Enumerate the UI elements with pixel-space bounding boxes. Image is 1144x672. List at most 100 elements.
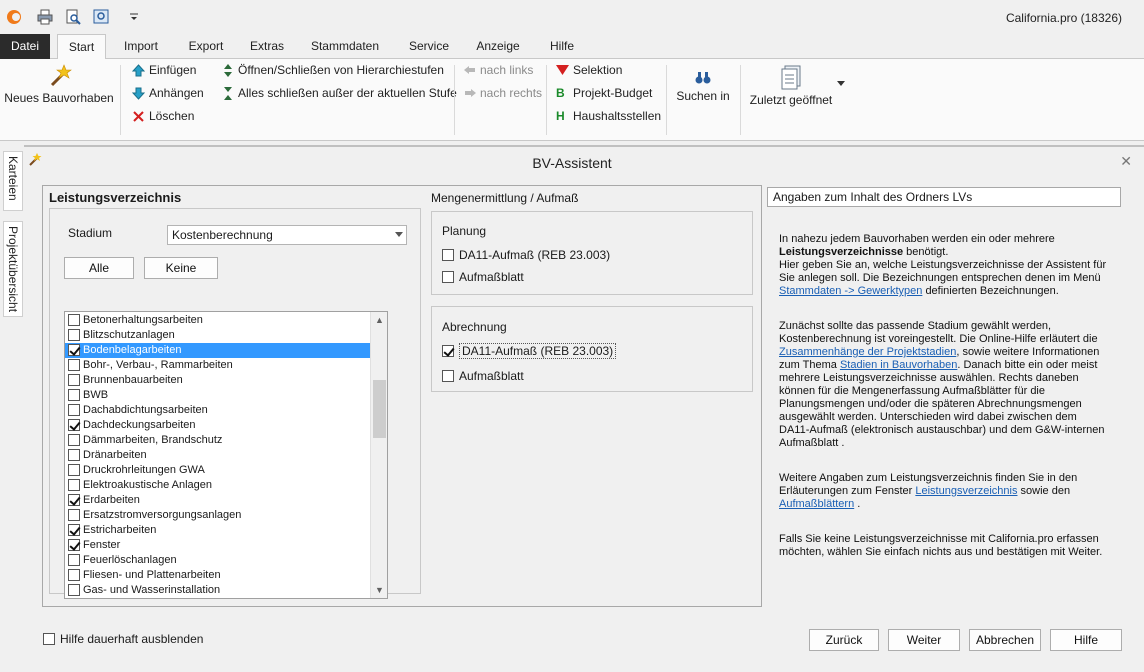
list-item-label: Gas- und Wasserinstallation [83, 584, 221, 596]
tab-start[interactable]: Start [57, 34, 106, 60]
list-item[interactable]: Elektroakustische Anlagen [65, 478, 371, 493]
list-item[interactable]: Bodenbelagarbeiten [65, 343, 371, 358]
dropdown-arrow-icon[interactable] [837, 81, 845, 86]
search-in-button[interactable]: Suchen in [675, 71, 731, 103]
checkbox-box[interactable] [68, 449, 80, 461]
help-link-gewerktypen[interactable]: Stammdaten -> Gewerktypen [779, 285, 922, 297]
checkbox-box[interactable] [442, 345, 454, 357]
close-all-except-button[interactable]: Alles schließen außer der aktuellen Stuf… [222, 86, 457, 100]
tab-extras[interactable]: Extras [244, 34, 290, 59]
checkbox-box[interactable] [68, 329, 80, 341]
checkbox-box[interactable] [68, 464, 80, 476]
list-item[interactable]: Fliesen- und Plattenarbeiten [65, 568, 371, 583]
scrollbar-thumb[interactable] [373, 380, 386, 438]
checkbox-box[interactable] [43, 633, 55, 645]
scroll-up-icon[interactable]: ▲ [375, 315, 384, 325]
checkbox-box[interactable] [68, 419, 80, 431]
checkbox-box[interactable] [68, 479, 80, 491]
checkbox-box[interactable] [68, 344, 80, 356]
tab-service[interactable]: Service [400, 34, 458, 59]
planning-da11-checkbox[interactable]: DA11-Aufmaß (REB 23.003) [442, 248, 610, 262]
hide-help-checkbox[interactable]: Hilfe dauerhaft ausblenden [43, 632, 203, 646]
checkbox-box[interactable] [68, 494, 80, 506]
recently-opened-button[interactable]: Zuletzt geöffnet [748, 65, 834, 107]
list-item[interactable]: Dachdeckungsarbeiten [65, 418, 371, 433]
customize-toolbar-icon[interactable] [129, 12, 145, 28]
billing-da11-checkbox[interactable]: DA11-Aufmaß (REB 23.003) [442, 343, 617, 359]
help-button[interactable]: Hilfe [1050, 629, 1122, 651]
quantity-title: Mengenermittlung / Aufmaß [431, 191, 579, 205]
side-tab-project-overview[interactable]: Projektübersicht [3, 221, 23, 317]
list-item[interactable]: BWB [65, 388, 371, 403]
list-item[interactable]: Druckrohrleitungen GWA [65, 463, 371, 478]
cancel-button[interactable]: Abbrechen [969, 629, 1041, 651]
list-item[interactable]: Dränarbeiten [65, 448, 371, 463]
checkbox-box[interactable] [68, 404, 80, 416]
checkbox-box[interactable] [442, 370, 454, 382]
checkbox-box[interactable] [68, 554, 80, 566]
checkbox-box[interactable] [442, 249, 454, 261]
list-item[interactable]: Gas- und Wasserinstallation [65, 583, 371, 598]
print-icon[interactable] [37, 9, 53, 25]
help-link-measurement-sheets[interactable]: Aufmaßblättern [779, 498, 854, 510]
planning-sheet-checkbox[interactable]: Aufmaßblatt [442, 270, 524, 284]
checkbox-box[interactable] [68, 524, 80, 536]
selection-button[interactable]: Selektion [556, 63, 622, 77]
checkbox-box[interactable] [68, 569, 80, 581]
insert-button[interactable]: Einfügen [132, 63, 196, 77]
select-none-button[interactable]: Keine [144, 257, 218, 279]
select-all-button[interactable]: Alle [64, 257, 134, 279]
app-logo-icon[interactable] [6, 9, 22, 25]
delete-button[interactable]: Löschen [132, 109, 194, 123]
checkbox-box[interactable] [442, 271, 454, 283]
checkbox-box[interactable] [68, 509, 80, 521]
print-preview-icon[interactable] [65, 9, 81, 25]
append-button[interactable]: Anhängen [132, 86, 204, 100]
trade-list[interactable]: Betonerhaltungsarbeiten Blitzschutzanlage… [64, 311, 388, 599]
list-item[interactable]: Erdarbeiten [65, 493, 371, 508]
list-item[interactable]: Fenster [65, 538, 371, 553]
list-item[interactable]: Bohr-, Verbau-, Rammarbeiten [65, 358, 371, 373]
stage-select[interactable]: Kostenberechnung [167, 225, 407, 245]
list-scrollbar[interactable]: ▲ ▼ [370, 312, 387, 598]
next-button[interactable]: Weiter [888, 629, 960, 651]
project-budget-button[interactable]: B Projekt-Budget [556, 86, 652, 100]
new-project-button[interactable]: Neues Bauvorhaben [4, 63, 114, 105]
list-item[interactable]: Brunnenbauarbeiten [65, 373, 371, 388]
help-link-lv-window[interactable]: Leistungsverzeichnis [915, 485, 1017, 497]
list-item-label: Feuerlöschanlagen [83, 554, 177, 566]
tab-hilfe[interactable]: Hilfe [540, 34, 584, 59]
checkbox-box[interactable] [68, 434, 80, 446]
help-link-stages-in-projects[interactable]: Stadien in Bauvorhaben [840, 359, 957, 371]
checkbox-box[interactable] [68, 314, 80, 326]
tab-datei[interactable]: Datei [0, 34, 50, 59]
tab-anzeige[interactable]: Anzeige [469, 34, 527, 59]
scroll-down-icon[interactable]: ▼ [375, 585, 384, 595]
move-right-button[interactable]: nach rechts [464, 86, 542, 100]
tab-import[interactable]: Import [114, 34, 168, 59]
checkbox-box[interactable] [68, 374, 80, 386]
billing-sheet-checkbox[interactable]: Aufmaßblatt [442, 369, 524, 383]
tab-export[interactable]: Export [180, 34, 232, 59]
close-icon[interactable]: ✕ [1120, 153, 1132, 170]
list-item[interactable]: Dachabdichtungsarbeiten [65, 403, 371, 418]
page-preview-icon[interactable] [93, 9, 109, 25]
list-item[interactable]: Betonerhaltungsarbeiten [65, 313, 371, 328]
help-paragraph: Weitere Angaben zum Leistungsverzeichnis… [779, 472, 1109, 511]
dialog-title: BV-Assistent [532, 155, 612, 171]
tab-stammdaten[interactable]: Stammdaten [302, 34, 388, 59]
checkbox-box[interactable] [68, 539, 80, 551]
list-item[interactable]: Dämmarbeiten, Brandschutz [65, 433, 371, 448]
toggle-hierarchy-button[interactable]: Öffnen/Schließen von Hierarchiestufen [222, 63, 444, 77]
list-item[interactable]: Ersatzstromversorgungsanlagen [65, 508, 371, 523]
checkbox-box[interactable] [68, 584, 80, 596]
back-button[interactable]: Zurück [809, 629, 879, 651]
help-link-project-stages[interactable]: Zusammenhänge der Projektstadien [779, 346, 956, 358]
move-left-button[interactable]: nach links [464, 63, 533, 77]
budget-items-button[interactable]: H Haushaltsstellen [556, 109, 661, 123]
list-item[interactable]: Estricharbeiten [65, 523, 371, 538]
checkbox-box[interactable] [68, 359, 80, 371]
checkbox-box[interactable] [68, 389, 80, 401]
list-item[interactable]: Blitzschutzanlagen [65, 328, 371, 343]
list-item[interactable]: Feuerlöschanlagen [65, 553, 371, 568]
